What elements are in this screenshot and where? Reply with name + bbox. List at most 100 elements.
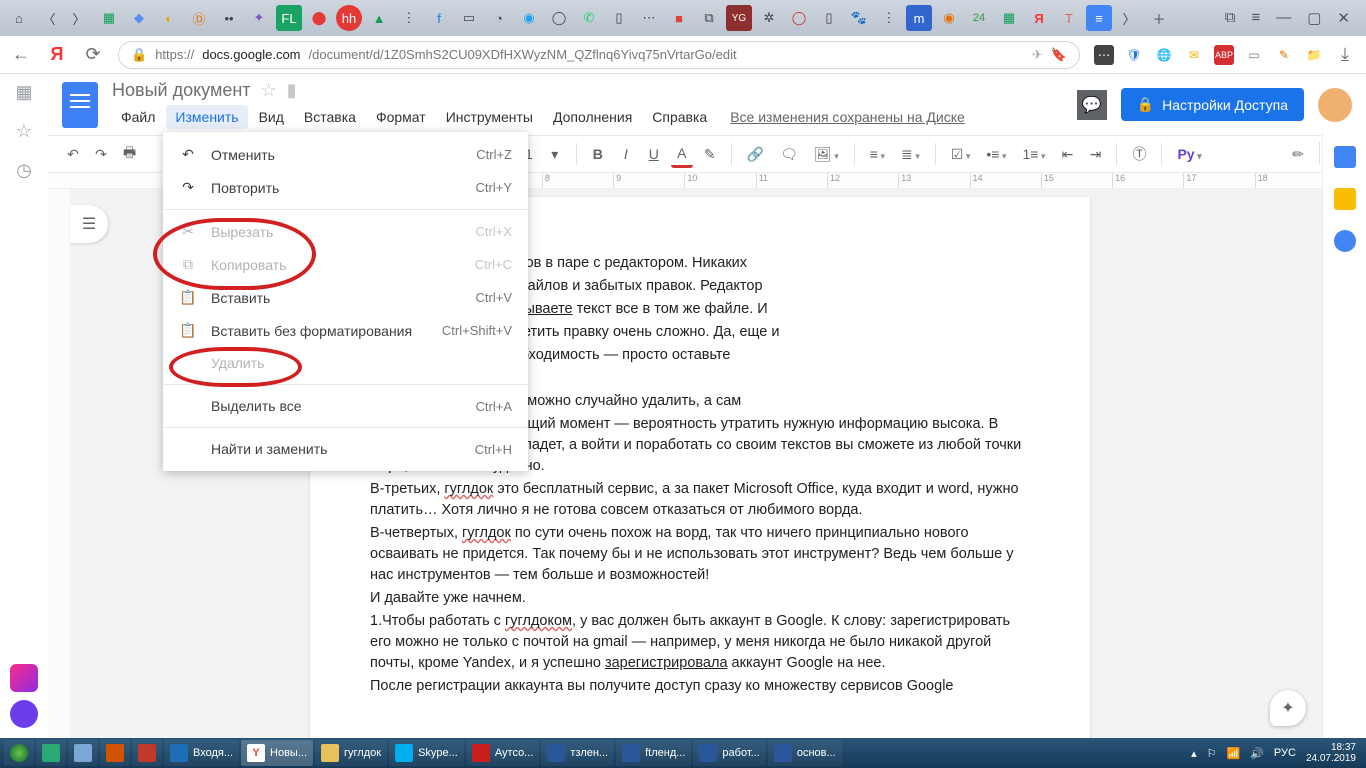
menu-selectall[interactable]: Выделить всеCtrl+A — [163, 390, 528, 422]
ext-icon[interactable]: ✎ — [1274, 45, 1294, 65]
tab-icon[interactable]: YG — [726, 5, 752, 31]
tab-icon[interactable]: ▲ — [366, 5, 392, 31]
link-icon[interactable]: 🔗 — [742, 142, 769, 167]
menu-help[interactable]: Справка — [643, 105, 716, 129]
comment-add-icon[interactable]: 🗨 — [775, 142, 803, 167]
tab-icon[interactable]: ✦ — [246, 5, 272, 31]
tray-language[interactable]: РУС — [1274, 747, 1296, 759]
menu-redo[interactable]: ↷ПовторитьCtrl+Y — [163, 171, 528, 204]
tab-icon[interactable]: ■ — [666, 5, 692, 31]
undo-icon[interactable]: ↶ — [62, 142, 84, 167]
outdent-icon[interactable]: ⇤ — [1056, 142, 1078, 167]
yandex-home-icon[interactable]: Я — [46, 44, 68, 65]
start-button[interactable] — [4, 740, 34, 766]
nav-left-icon[interactable]: 〈 — [36, 5, 62, 31]
task-item[interactable]: Skype... — [389, 740, 464, 766]
task-item[interactable]: тзлен... — [541, 740, 614, 766]
task-item[interactable] — [100, 740, 130, 766]
print-icon[interactable]: 🖶 — [118, 138, 141, 170]
tab-icon[interactable]: hh — [336, 5, 362, 31]
comments-icon[interactable]: 💬 — [1077, 90, 1107, 120]
tab-icon[interactable]: ⋯ — [636, 5, 662, 31]
indent-icon[interactable]: ⇥ — [1084, 142, 1106, 167]
new-tab-icon[interactable]: ＋ — [1146, 5, 1172, 31]
tab-icon[interactable]: ▦ — [996, 5, 1022, 31]
tab-icon[interactable]: ▭ — [456, 5, 482, 31]
tab-icon[interactable]: ⋮ — [396, 5, 422, 31]
sidebar-alice-icon[interactable] — [10, 700, 38, 728]
doc-title[interactable]: Новый документ — [112, 80, 251, 101]
menu-paste-plain[interactable]: 📋Вставить без форматированияCtrl+Shift+V — [163, 314, 528, 347]
tab-icon[interactable]: ◯ — [786, 5, 812, 31]
tab-icon[interactable]: m — [906, 5, 932, 31]
task-item[interactable]: Аутсо... — [466, 740, 540, 766]
task-item[interactable]: гуглдок — [315, 740, 387, 766]
tasks-icon[interactable] — [1334, 230, 1356, 252]
save-status[interactable]: Все изменения сохранены на Диске — [730, 109, 965, 125]
tab-icon[interactable]: ▦ — [96, 5, 122, 31]
explore-button[interactable]: ✦ — [1270, 690, 1306, 726]
tabs-overflow-right-icon[interactable]: 〉 — [1116, 5, 1142, 31]
task-item[interactable] — [68, 740, 98, 766]
sidebar-favorite-icon[interactable]: ☆ — [16, 121, 32, 142]
task-item[interactable]: работ... — [693, 740, 765, 766]
menu-insert[interactable]: Вставка — [295, 105, 365, 129]
tab-icon[interactable]: 24 — [966, 5, 992, 31]
tab-icon[interactable]: ⧉ — [696, 5, 722, 31]
tab-icon[interactable]: f — [426, 5, 452, 31]
tab-icon[interactable]: ✆ — [576, 5, 602, 31]
ext-icon[interactable]: 🛡 — [1124, 45, 1144, 65]
star-icon[interactable]: ☆ — [261, 80, 277, 101]
tab-icon[interactable]: •• — [216, 5, 242, 31]
outline-toggle-icon[interactable]: ☰ — [70, 205, 108, 243]
linespacing-icon[interactable]: ≣ — [896, 142, 925, 167]
checklist-icon[interactable]: ☑ — [946, 142, 976, 167]
align-icon[interactable]: ≡ — [865, 142, 890, 166]
menu-format[interactable]: Формат — [367, 105, 435, 129]
tray-volume-icon[interactable]: 🔊 — [1250, 747, 1264, 760]
folder-icon[interactable]: ▮ — [287, 80, 297, 101]
account-avatar[interactable] — [1318, 88, 1352, 122]
calendar-icon[interactable] — [1334, 146, 1356, 168]
editing-mode-icon[interactable]: ✏ — [1287, 142, 1309, 167]
share-button[interactable]: 🔒 Настройки Доступа — [1121, 88, 1304, 121]
tray-flag-icon[interactable]: ⚐ — [1207, 747, 1217, 760]
tabs-panel-icon[interactable]: ⧉ — [1225, 9, 1236, 27]
fontsize-dropdown-icon[interactable]: ▾ — [544, 142, 566, 167]
bulleted-icon[interactable]: •≡ — [981, 142, 1011, 166]
tab-icon[interactable]: ◉ — [516, 5, 542, 31]
tab-icon[interactable]: ⋮ — [876, 5, 902, 31]
menu-view[interactable]: Вид — [250, 105, 293, 129]
tab-icon[interactable]: ▯ — [606, 5, 632, 31]
tray-clock[interactable]: 18:37 24.07.2019 — [1306, 742, 1356, 764]
body-link[interactable]: зарегистрировала — [605, 655, 728, 671]
sidebar-history-icon[interactable]: ◷ — [16, 160, 32, 181]
tab-icon[interactable]: Я — [1026, 5, 1052, 31]
menu-tools[interactable]: Инструменты — [437, 105, 542, 129]
clearformat-icon[interactable]: Ⓣ — [1127, 140, 1151, 168]
image-icon[interactable]: 🖼 — [809, 142, 844, 167]
task-item[interactable]: ftленд... — [616, 740, 691, 766]
tab-icon[interactable]: ◯ — [546, 5, 572, 31]
tray-network-icon[interactable]: 📶 — [1227, 747, 1241, 760]
url-input[interactable]: 🔒 https://docs.google.com/document/d/1Z0… — [118, 41, 1080, 69]
send-tab-icon[interactable]: ✈ — [1032, 47, 1043, 63]
menu-addons[interactable]: Дополнения — [544, 105, 641, 129]
window-close-icon[interactable]: ✕ — [1337, 9, 1350, 27]
menu-edit[interactable]: Изменить — [166, 105, 247, 129]
window-minimize-icon[interactable]: — — [1276, 9, 1291, 27]
ext-abp-icon[interactable]: ABP — [1214, 45, 1234, 65]
bookmark-icon[interactable]: 🔖 — [1051, 47, 1067, 63]
textcolor-icon[interactable]: A — [671, 141, 693, 168]
menu-paste[interactable]: 📋ВставитьCtrl+V — [163, 281, 528, 314]
tab-icon[interactable]: ▯ — [816, 5, 842, 31]
addon-py-icon[interactable]: Py — [1172, 142, 1206, 166]
menu-findreplace[interactable]: Найти и заменитьCtrl+H — [163, 433, 528, 465]
tab-icon[interactable]: 🐾 — [846, 5, 872, 31]
tab-icon[interactable]: Ⓓ — [186, 5, 212, 31]
sidebar-ya-icon[interactable] — [10, 664, 38, 692]
tab-icon[interactable]: T — [1056, 5, 1082, 31]
tab-icon[interactable]: ◐ — [156, 5, 182, 31]
docs-logo-icon[interactable] — [62, 82, 98, 128]
underline-icon[interactable]: U — [643, 142, 665, 166]
